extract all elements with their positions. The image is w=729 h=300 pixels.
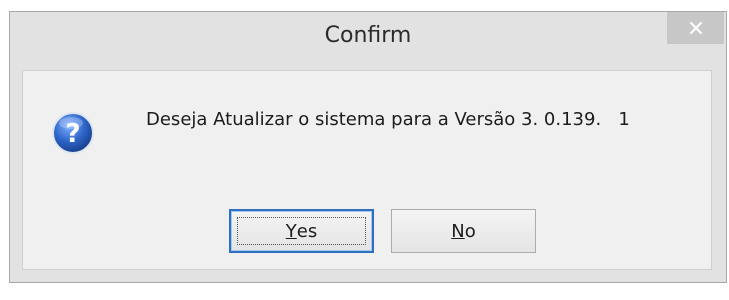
dialog-body: ? Deseja Atualizar o sistema para a Vers… xyxy=(22,70,712,270)
dialog-message: Deseja Atualizar o sistema para a Versão… xyxy=(146,109,630,130)
yes-label-rest: es xyxy=(296,220,318,242)
no-label-rest: o xyxy=(464,220,476,242)
svg-text:?: ? xyxy=(65,119,80,149)
no-mnemonic: N xyxy=(451,220,465,242)
confirm-dialog: Confirm ? Deseja Atualizar o sistema par… xyxy=(9,11,727,283)
question-icon: ? xyxy=(52,112,94,154)
close-icon xyxy=(689,22,702,34)
dialog-title: Confirm xyxy=(324,23,412,48)
close-button[interactable] xyxy=(667,12,724,44)
title-bar[interactable]: Confirm xyxy=(10,12,726,66)
yes-button[interactable]: Yes xyxy=(229,209,374,253)
page: Confirm ? Deseja Atualizar o sistema par… xyxy=(0,0,729,300)
yes-mnemonic: Y xyxy=(285,220,297,242)
no-button[interactable]: No xyxy=(391,209,536,253)
